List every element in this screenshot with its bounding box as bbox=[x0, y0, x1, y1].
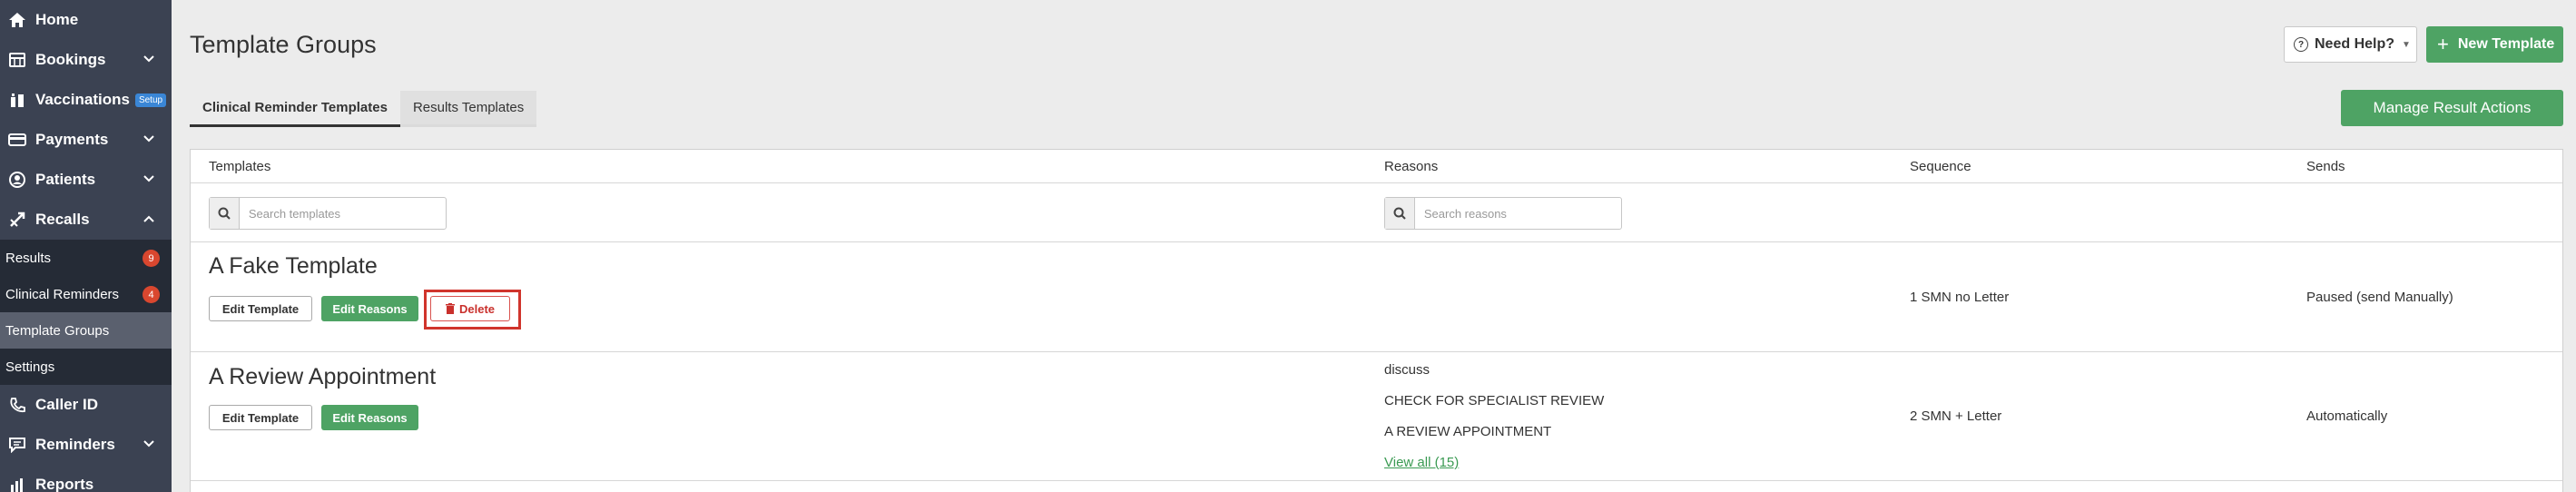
nav-reports[interactable]: Reports bbox=[0, 465, 172, 492]
new-template-button[interactable]: + New Template bbox=[2426, 26, 2563, 63]
edit-template-button[interactable]: Edit Template bbox=[209, 296, 312, 321]
chevron-down-icon bbox=[141, 51, 157, 67]
edit-reasons-button[interactable]: Edit Reasons bbox=[321, 296, 418, 321]
new-template-label: New Template bbox=[2457, 36, 2555, 52]
help-icon: ? bbox=[2294, 37, 2308, 52]
nav-payments[interactable]: Payments bbox=[0, 120, 172, 160]
delete-label: Delete bbox=[458, 301, 496, 316]
chevron-up-icon bbox=[141, 211, 157, 227]
reason-item: A REVIEW APPOINTMENT bbox=[1384, 424, 1552, 439]
search-reasons-input[interactable] bbox=[1414, 198, 1621, 229]
clinical-reminders-count-badge: 4 bbox=[143, 286, 160, 303]
page-title: Template Groups bbox=[190, 31, 377, 58]
nav-vaccinations-label: Vaccinations bbox=[35, 91, 130, 108]
payments-icon bbox=[7, 130, 27, 150]
sequence-cell: 2 SMN + Letter bbox=[1910, 408, 2002, 424]
nav-vaccinations[interactable]: Vaccinations Setup bbox=[0, 80, 172, 120]
chevron-down-icon: ▼ bbox=[2402, 39, 2411, 50]
phone-icon bbox=[7, 395, 27, 415]
search-icon bbox=[1385, 198, 1415, 229]
reports-icon bbox=[7, 475, 27, 492]
subnav-settings[interactable]: Settings bbox=[0, 349, 172, 385]
divider bbox=[191, 351, 2562, 352]
column-header-templates: Templates bbox=[209, 159, 271, 174]
nav-patients-label: Patients bbox=[35, 171, 96, 188]
bookings-icon bbox=[7, 50, 27, 70]
subnav-settings-label: Settings bbox=[5, 359, 55, 375]
divider bbox=[191, 241, 2562, 242]
sequence-cell: 1 SMN no Letter bbox=[1910, 290, 2010, 305]
column-header-sends: Sends bbox=[2306, 159, 2345, 174]
search-reasons bbox=[1384, 197, 1622, 230]
manage-result-actions-button[interactable]: Manage Result Actions bbox=[2341, 90, 2563, 126]
tab-results-templates[interactable]: Results Templates bbox=[399, 91, 537, 127]
recalls-icon bbox=[7, 210, 27, 230]
sends-cell: Paused (send Manually) bbox=[2306, 290, 2453, 305]
results-count-badge: 9 bbox=[143, 250, 160, 267]
nav-reminders-label: Reminders bbox=[35, 436, 115, 453]
edit-template-button[interactable]: Edit Template bbox=[209, 405, 312, 430]
subnav-clinical-reminders[interactable]: Clinical Reminders 4 bbox=[0, 276, 172, 312]
trash-icon bbox=[445, 303, 455, 314]
subnav-results[interactable]: Results 9 bbox=[0, 240, 172, 276]
setup-badge: Setup bbox=[134, 93, 167, 107]
vaccinations-icon bbox=[7, 90, 27, 110]
need-help-label: Need Help? bbox=[2315, 36, 2395, 52]
sends-cell: Automatically bbox=[2306, 408, 2388, 424]
nav-home[interactable]: Home bbox=[0, 0, 172, 40]
nav-patients[interactable]: Patients bbox=[0, 160, 172, 200]
nav-reports-label: Reports bbox=[35, 476, 94, 492]
tab-clinical-reminder-templates[interactable]: Clinical Reminder Templates bbox=[190, 91, 400, 127]
need-help-button[interactable]: ? Need Help? ▼ bbox=[2284, 26, 2417, 63]
recalls-submenu: Results 9 Clinical Reminders 4 Template … bbox=[0, 240, 172, 385]
subnav-template-groups[interactable]: Template Groups bbox=[0, 312, 172, 349]
delete-button[interactable]: Delete bbox=[430, 296, 510, 321]
nav-recalls[interactable]: Recalls bbox=[0, 200, 172, 240]
nav-caller-id-label: Caller ID bbox=[35, 396, 98, 413]
templates-table: Templates Reasons Sequence Sends A Fake … bbox=[190, 149, 2563, 492]
nav-bookings-label: Bookings bbox=[35, 51, 106, 68]
edit-reasons-button[interactable]: Edit Reasons bbox=[321, 405, 418, 430]
home-icon bbox=[7, 10, 27, 30]
nav-caller-id[interactable]: Caller ID bbox=[0, 385, 172, 425]
search-templates-input[interactable] bbox=[239, 198, 446, 229]
template-tabs: Clinical Reminder Templates Results Temp… bbox=[190, 91, 537, 127]
column-header-reasons: Reasons bbox=[1384, 159, 1439, 174]
subnav-template-groups-label: Template Groups bbox=[5, 322, 110, 339]
main-content: Template Groups ? Need Help? ▼ + New Tem… bbox=[172, 0, 2576, 492]
nav-reminders[interactable]: Reminders bbox=[0, 425, 172, 465]
column-header-sequence: Sequence bbox=[1910, 159, 1971, 174]
chevron-down-icon bbox=[141, 171, 157, 187]
reason-item: CHECK FOR SPECIALIST REVIEW bbox=[1384, 393, 1605, 408]
search-templates bbox=[209, 197, 447, 230]
subnav-results-label: Results bbox=[5, 250, 52, 266]
template-title: A Review Appointment bbox=[209, 364, 437, 389]
chevron-down-icon bbox=[141, 436, 157, 452]
chevron-down-icon bbox=[141, 131, 157, 147]
divider bbox=[191, 182, 2562, 183]
sidebar: Home Bookings Vaccinations Setup Payment… bbox=[0, 0, 172, 492]
nav-recalls-label: Recalls bbox=[35, 211, 90, 228]
search-icon bbox=[210, 198, 240, 229]
divider bbox=[191, 480, 2562, 481]
patients-icon bbox=[7, 170, 27, 190]
nav-bookings[interactable]: Bookings bbox=[0, 40, 172, 80]
nav-payments-label: Payments bbox=[35, 131, 109, 148]
template-title: A Fake Template bbox=[209, 253, 378, 279]
plus-icon: + bbox=[2437, 33, 2449, 55]
nav-home-label: Home bbox=[35, 11, 79, 28]
subnav-clinical-reminders-label: Clinical Reminders bbox=[5, 286, 120, 302]
reminders-icon bbox=[7, 435, 27, 455]
reason-item: discuss bbox=[1384, 362, 1431, 378]
view-all-reasons-link[interactable]: View all (15) bbox=[1384, 455, 1459, 470]
